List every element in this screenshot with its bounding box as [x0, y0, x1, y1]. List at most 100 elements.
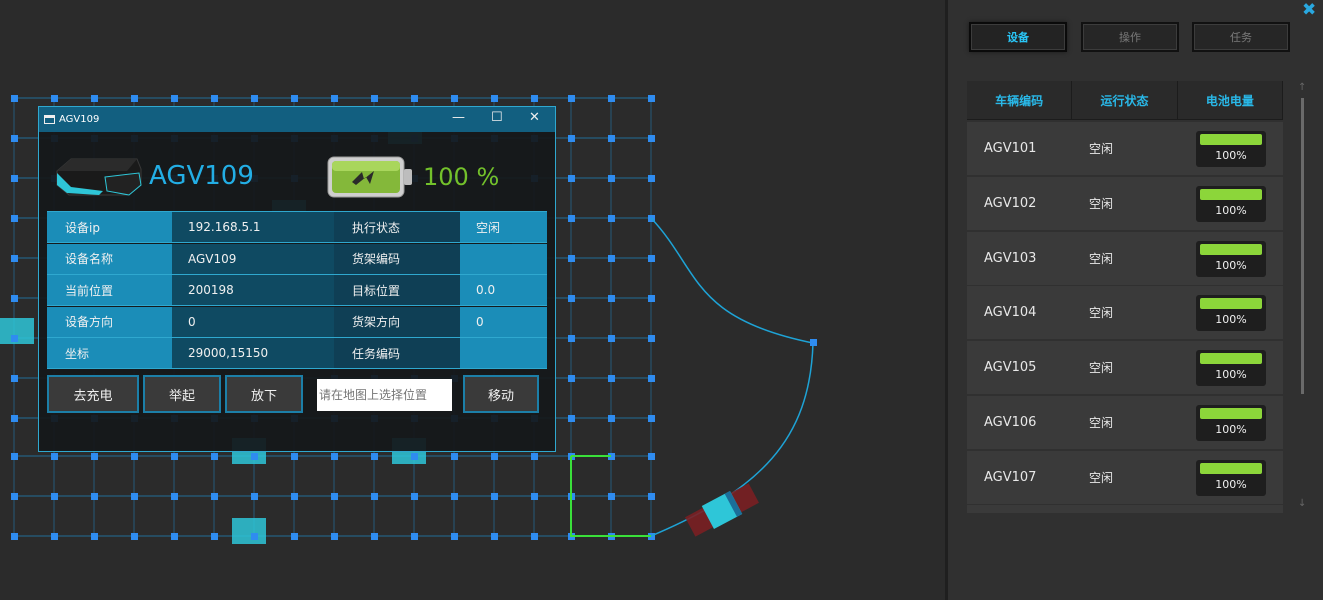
map-node	[11, 335, 18, 342]
vehicle-status: 空闲	[1089, 306, 1114, 321]
tab-tasks[interactable]: 任务	[1192, 22, 1290, 52]
map-node	[451, 95, 458, 102]
battery-text: 100%	[1215, 477, 1247, 491]
map-node	[11, 415, 18, 422]
vehicle-id: AGV103	[984, 250, 1037, 266]
battery-text: 100%	[1215, 422, 1247, 436]
table-row[interactable]: AGV106 空闲 100%	[967, 395, 1283, 449]
map-node	[11, 215, 18, 222]
battery-gauge: 100%	[1196, 131, 1266, 167]
map-node	[51, 95, 58, 102]
map-node	[810, 339, 817, 346]
map-node	[608, 255, 615, 262]
dialog-titlebar[interactable]: AGV109 — ☐ ✕	[39, 107, 555, 132]
info-value	[460, 338, 547, 368]
battery-gauge: 100%	[1196, 240, 1266, 277]
map-node	[608, 135, 615, 142]
scroll-down-icon[interactable]: ↓	[1298, 498, 1306, 509]
column-header[interactable]: 车辆编码	[967, 81, 1073, 119]
map-node	[51, 453, 58, 460]
vehicle-id: AGV102	[984, 195, 1037, 211]
map-node	[11, 95, 18, 102]
map-node	[411, 533, 418, 540]
map-node	[648, 335, 655, 342]
vehicle-id: AGV107	[984, 469, 1037, 485]
map-node	[51, 493, 58, 500]
vehicle-id: AGV101	[984, 141, 1037, 156]
minimize-icon[interactable]: —	[452, 110, 465, 125]
vehicle-status: 空闲	[1089, 361, 1114, 375]
map-node	[211, 493, 218, 500]
table-row[interactable]	[967, 505, 1283, 513]
battery-icon	[327, 156, 412, 198]
scroll-up-icon[interactable]: ↑	[1298, 82, 1306, 93]
map-node	[411, 95, 418, 102]
drop-button[interactable]: 放下	[225, 375, 303, 413]
map-node	[91, 533, 98, 540]
tab-operations[interactable]: 操作	[1081, 22, 1179, 52]
map-node	[251, 493, 258, 500]
vehicle-table: 车辆编码 运行状态 电池电量 AGV101 空闲 100% AGV102 空闲 …	[967, 81, 1283, 513]
map-node	[568, 135, 575, 142]
map-node	[411, 453, 418, 460]
info-row: 设备ip 192.168.5.1 执行状态 空闲	[47, 212, 547, 243]
table-header: 车辆编码 运行状态 电池电量	[967, 81, 1283, 120]
map-node	[568, 175, 575, 182]
battery-gauge: 100%	[1196, 459, 1266, 496]
map-node	[371, 95, 378, 102]
map-node	[411, 493, 418, 500]
map-node	[608, 95, 615, 102]
table-row[interactable]: AGV103 空闲 100%	[967, 231, 1283, 285]
map-node	[531, 95, 538, 102]
map-node	[608, 415, 615, 422]
map-node	[11, 135, 18, 142]
maximize-icon[interactable]: ☐	[491, 110, 503, 125]
table-row[interactable]: AGV101 空闲 100%	[967, 122, 1283, 175]
map-node	[371, 533, 378, 540]
table-row[interactable]: AGV105 空闲 100%	[967, 341, 1283, 394]
agv-info-table: 设备ip 192.168.5.1 执行状态 空闲 设备名称 AGV109 货架编…	[47, 211, 547, 370]
column-header[interactable]: 运行状态	[1072, 81, 1178, 119]
map-node	[291, 533, 298, 540]
move-button[interactable]: 移动	[463, 375, 539, 413]
battery-text: 100%	[1215, 258, 1247, 272]
map-node	[171, 95, 178, 102]
map-node	[568, 335, 575, 342]
battery-fill	[1200, 134, 1262, 145]
map-node	[131, 493, 138, 500]
map-node	[648, 95, 655, 102]
map-node	[648, 375, 655, 382]
agv-detail-dialog: AGV109 — ☐ ✕ AGV109 100 % 设备ip 192.168.5…	[38, 106, 556, 452]
vehicle-id: AGV106	[984, 414, 1037, 430]
info-label: 任务编码	[334, 338, 460, 368]
scrollbar-thumb[interactable]	[1301, 98, 1304, 394]
map-node	[451, 453, 458, 460]
map-node	[648, 493, 655, 500]
table-row[interactable]: AGV102 空闲 100%	[967, 176, 1283, 230]
table-row[interactable]: AGV104 空闲 100%	[967, 286, 1283, 340]
map-node	[211, 453, 218, 460]
column-header[interactable]: 电池电量	[1178, 81, 1283, 119]
map-node	[371, 493, 378, 500]
tab-devices[interactable]: 设备	[969, 22, 1067, 52]
lift-button[interactable]: 举起	[143, 375, 221, 413]
map-node	[331, 453, 338, 460]
close-icon[interactable]: ✖	[1302, 0, 1316, 20]
target-location-input[interactable]	[317, 379, 452, 411]
charge-button[interactable]: 去充电	[47, 375, 139, 413]
battery-fill	[1200, 462, 1262, 474]
map-node	[531, 533, 538, 540]
close-icon[interactable]: ✕	[529, 110, 540, 125]
map-node	[11, 295, 18, 302]
info-label: 货架方向	[334, 306, 460, 337]
info-value	[460, 243, 547, 274]
map-node	[568, 255, 575, 262]
battery-gauge: 100%	[1196, 350, 1266, 386]
info-value: 0	[172, 306, 334, 337]
agv-vehicle[interactable]	[684, 482, 760, 539]
agv-device-icon	[56, 158, 142, 196]
map-node	[608, 375, 615, 382]
table-row[interactable]: AGV107 空闲 100%	[967, 450, 1283, 504]
battery-fill	[1200, 243, 1262, 255]
map-node	[568, 295, 575, 302]
